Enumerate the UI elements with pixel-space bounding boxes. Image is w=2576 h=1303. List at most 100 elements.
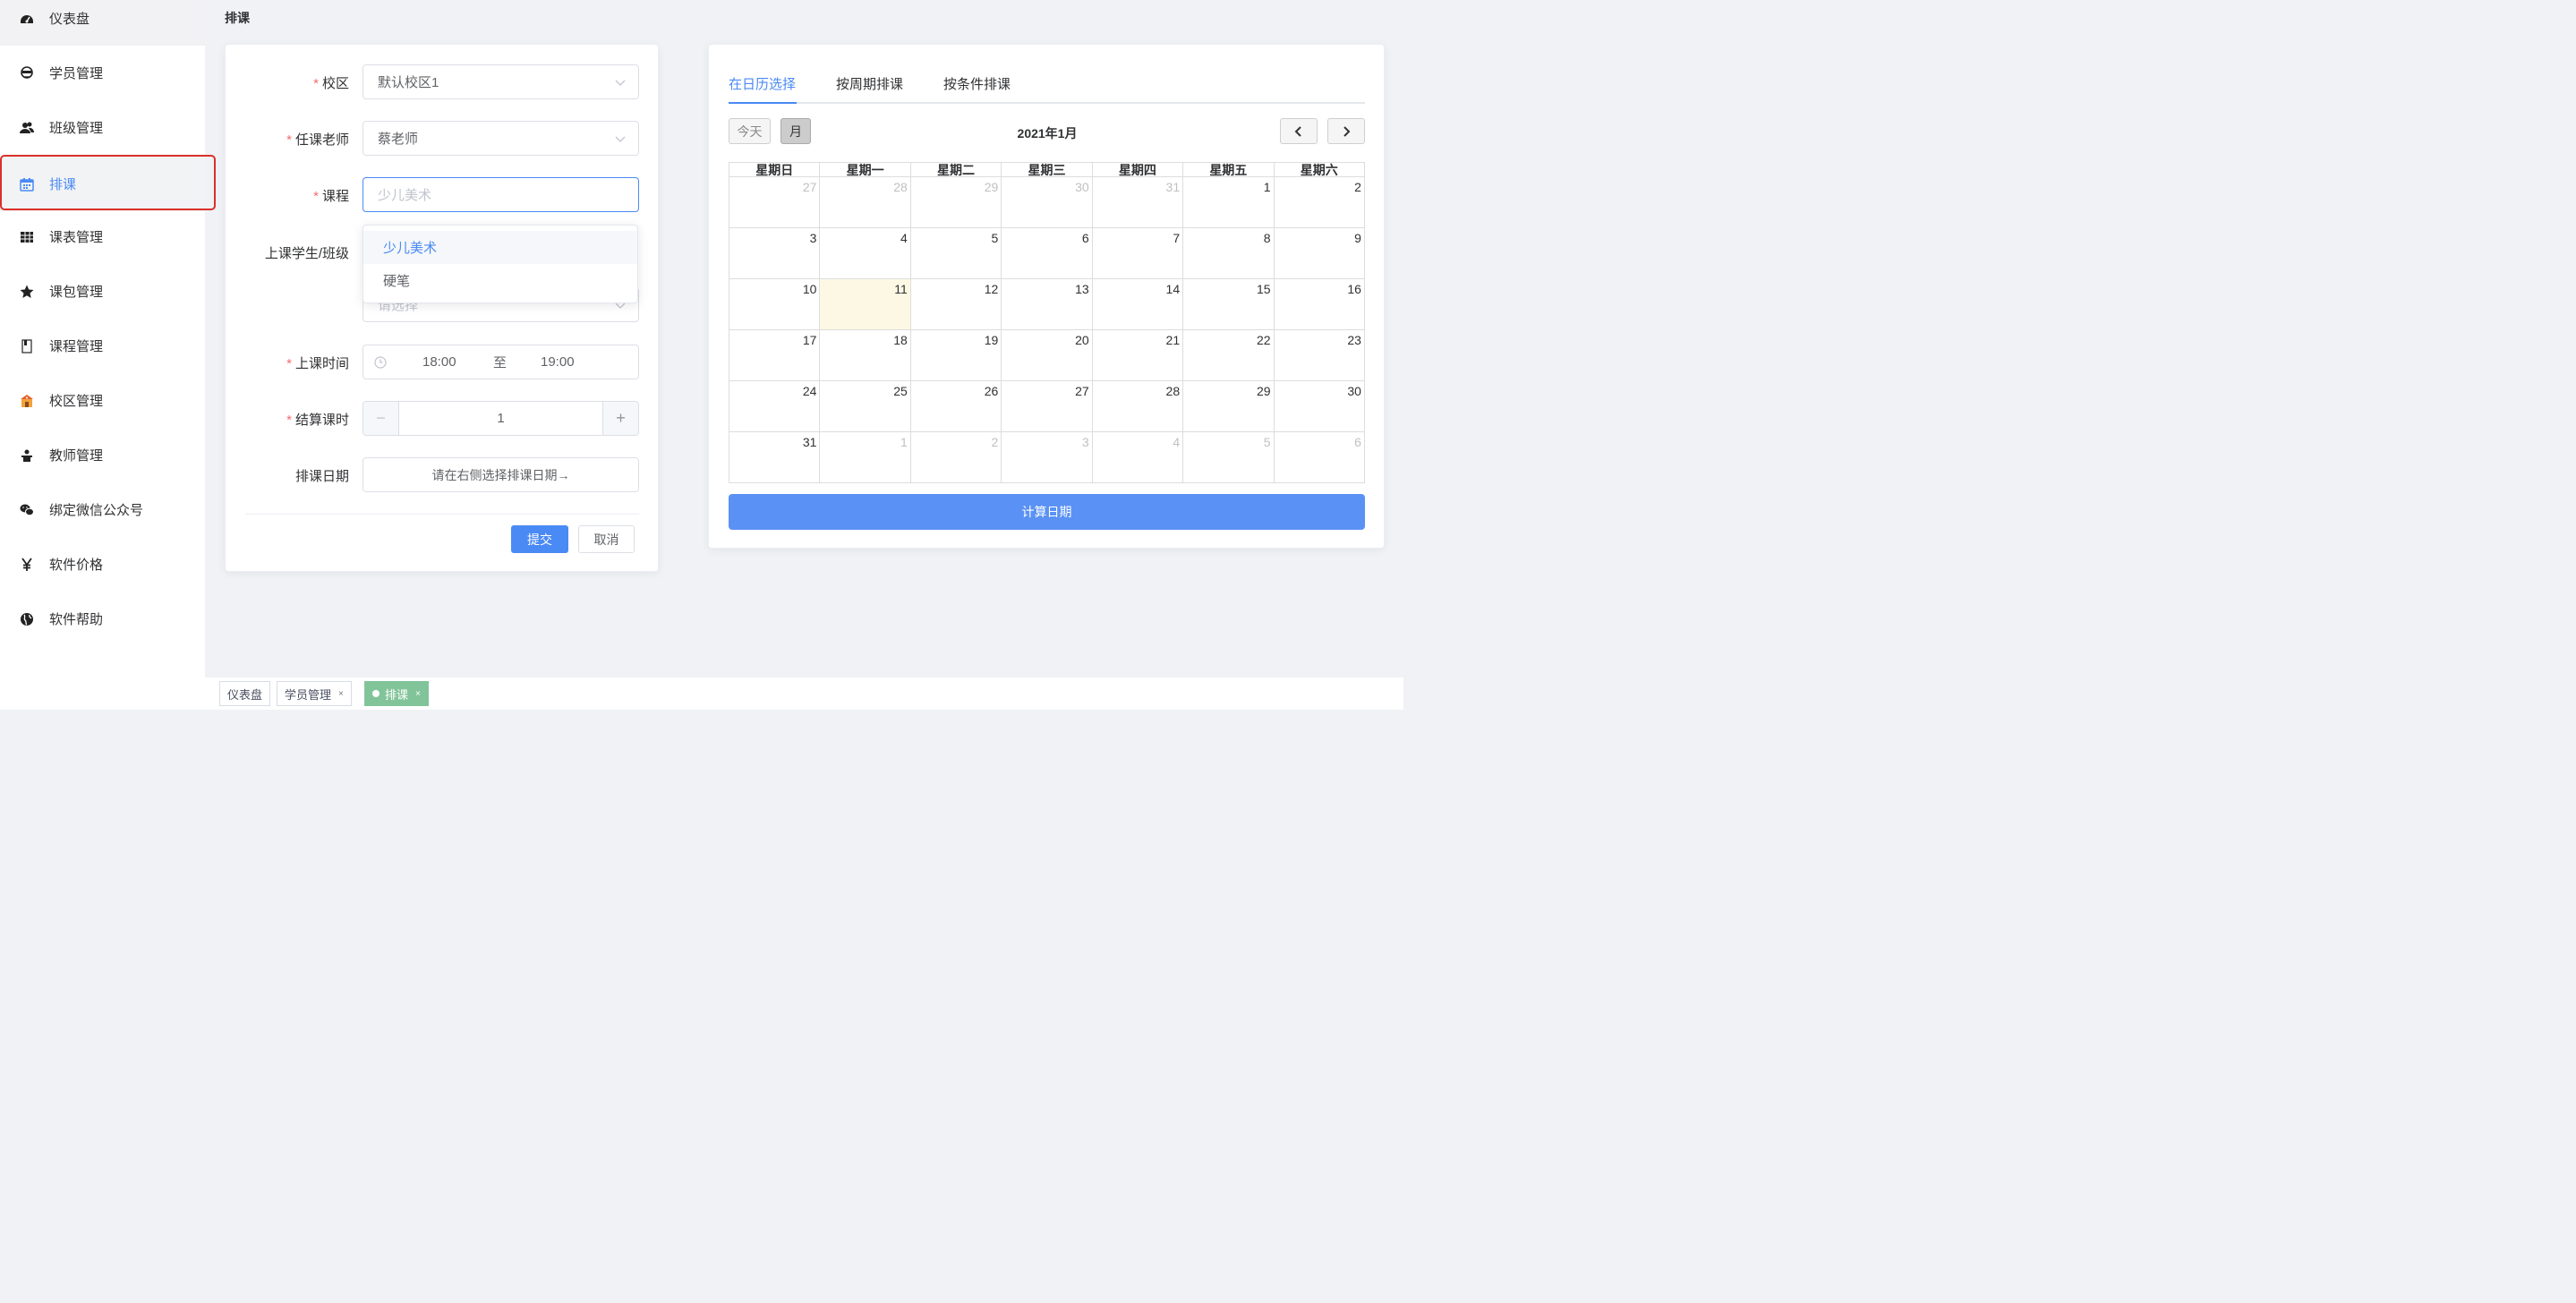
- hours-value[interactable]: 1: [399, 411, 602, 426]
- calendar-day[interactable]: 4: [820, 228, 911, 278]
- calendar-day[interactable]: 16: [1275, 279, 1365, 329]
- weekday-label: 星期三: [1001, 163, 1091, 177]
- calendar-week-row: 24 25 26 27 28 29 30: [729, 381, 1365, 432]
- tab-condition-schedule[interactable]: 按条件排课: [943, 74, 1011, 93]
- calendar-day[interactable]: 18: [820, 330, 911, 380]
- teacher-select[interactable]: 蔡老师: [363, 121, 639, 156]
- calendar-day[interactable]: 19: [911, 330, 1002, 380]
- close-icon[interactable]: ×: [415, 689, 421, 699]
- globe-icon: [20, 612, 34, 626]
- calendar-day[interactable]: 24: [729, 381, 821, 431]
- calendar-day[interactable]: 15: [1183, 279, 1275, 329]
- campus-select[interactable]: 默认校区1: [363, 64, 639, 99]
- calendar-day[interactable]: 25: [820, 381, 911, 431]
- dropdown-option[interactable]: 少儿美术: [363, 231, 637, 264]
- calendar-day-today[interactable]: 11: [820, 279, 911, 329]
- calendar-day[interactable]: 28: [820, 177, 911, 227]
- sidebar-item-wechat[interactable]: 绑定微信公众号: [0, 482, 205, 537]
- sidebar-item-campus[interactable]: 校区管理: [0, 373, 205, 428]
- start-time[interactable]: 18:00: [422, 354, 456, 370]
- sidebar-item-schedule[interactable]: 排课: [0, 155, 216, 211]
- calendar-day[interactable]: 10: [729, 279, 821, 329]
- dropdown-option[interactable]: 硬笔: [363, 264, 637, 297]
- sidebar-item-packages[interactable]: 课包管理: [0, 264, 205, 319]
- calendar-day[interactable]: 3: [729, 228, 821, 278]
- calendar-day[interactable]: 27: [729, 177, 821, 227]
- calendar-day[interactable]: 7: [1093, 228, 1184, 278]
- calendar-week-row: 3456789: [729, 228, 1365, 279]
- sidebar-item-classes[interactable]: 班级管理: [0, 100, 205, 155]
- cancel-button[interactable]: 取消: [578, 525, 635, 553]
- calendar-day[interactable]: 12: [911, 279, 1002, 329]
- calendar-week-row: 31 1 2 3 4 5 6: [729, 432, 1365, 483]
- time-range-picker[interactable]: 18:00 至 19:00: [363, 345, 639, 379]
- clock-icon: [374, 356, 387, 369]
- calendar-body: 27 28 29 30 31 1 2 3 4 5 6 7 8 9 10 11 12 13 14 15 16 17 18 19 2…: [729, 177, 1365, 483]
- sidebar-item-label: 软件价格: [49, 558, 104, 573]
- calendar-day[interactable]: 27: [1002, 381, 1093, 431]
- calendar-day[interactable]: 5: [1183, 432, 1275, 482]
- chevron-down-icon: [615, 80, 626, 86]
- calendar-day[interactable]: 1: [820, 432, 911, 482]
- campus-label: * 校区: [313, 76, 349, 91]
- sidebar-item-help[interactable]: 软件帮助: [0, 592, 205, 646]
- calendar-day[interactable]: 26: [911, 381, 1002, 431]
- calendar-day[interactable]: 29: [911, 177, 1002, 227]
- calendar-day[interactable]: 3: [1002, 432, 1093, 482]
- calendar-day[interactable]: 8: [1183, 228, 1275, 278]
- calendar-day[interactable]: 30: [1275, 381, 1365, 431]
- sidebar-item-label: 课程管理: [49, 339, 104, 354]
- calendar-day[interactable]: 2: [1275, 177, 1365, 227]
- calendar-day[interactable]: 29: [1183, 381, 1275, 431]
- sidebar-item-label: 校区管理: [49, 394, 104, 409]
- select-date-button[interactable]: 请在右侧选择排课日期→: [363, 457, 639, 492]
- calendar-day[interactable]: 17: [729, 330, 821, 380]
- calendar-day[interactable]: 9: [1275, 228, 1365, 278]
- calendar-day[interactable]: 1: [1183, 177, 1275, 227]
- calendar-day[interactable]: 14: [1093, 279, 1184, 329]
- calendar-day[interactable]: 28: [1093, 381, 1184, 431]
- calendar-day[interactable]: 5: [911, 228, 1002, 278]
- tag-students[interactable]: 学员管理 ×: [277, 681, 352, 706]
- next-month-button[interactable]: [1327, 118, 1365, 144]
- sidebar-item-courses[interactable]: 课程管理: [0, 319, 205, 373]
- sidebar-item-dashboard[interactable]: 仪表盘: [0, 0, 205, 46]
- tag-schedule[interactable]: 排课 ×: [364, 681, 429, 706]
- tag-dashboard[interactable]: 仪表盘: [219, 681, 271, 706]
- calendar-day[interactable]: 31: [1093, 177, 1184, 227]
- submit-button[interactable]: 提交: [511, 525, 568, 553]
- calendar-day[interactable]: 4: [1093, 432, 1184, 482]
- wechat-icon: [20, 503, 34, 517]
- calendar-day[interactable]: 23: [1275, 330, 1365, 380]
- sidebar-item-students[interactable]: 学员管理: [0, 46, 205, 100]
- calendar-day[interactable]: 6: [1275, 432, 1365, 482]
- calendar-day[interactable]: 31: [729, 432, 821, 482]
- students-label: 上课学生/班级: [264, 246, 349, 261]
- prev-month-button[interactable]: [1280, 118, 1318, 144]
- class-icon: [20, 121, 34, 135]
- calendar-day[interactable]: 30: [1002, 177, 1093, 227]
- teacher-label: * 任课老师: [286, 132, 349, 148]
- sidebar: 仪表盘 学员管理 班级管理 排课 课表管理 课包管理 课程管理 校区管理 教师管…: [0, 0, 216, 710]
- course-select[interactable]: 少儿美术: [363, 177, 639, 212]
- calendar-tabs: 在日历选择 按周期排课 按条件排课: [729, 74, 1365, 104]
- decrement-button[interactable]: −: [363, 402, 399, 435]
- sidebar-item-teachers[interactable]: 教师管理: [0, 428, 205, 482]
- calendar-day[interactable]: 6: [1002, 228, 1093, 278]
- increment-button[interactable]: +: [602, 402, 638, 435]
- close-icon[interactable]: ×: [338, 689, 344, 699]
- calendar-day[interactable]: 13: [1002, 279, 1093, 329]
- tag-label: 仪表盘: [227, 687, 263, 702]
- calendar-day[interactable]: 2: [911, 432, 1002, 482]
- table-icon: [20, 230, 34, 244]
- calendar-week-row: 17 18 19 20 21 22 23: [729, 330, 1365, 381]
- calendar-day[interactable]: 22: [1183, 330, 1275, 380]
- calendar-day[interactable]: 20: [1002, 330, 1093, 380]
- tab-weekly-schedule[interactable]: 按周期排课: [836, 74, 903, 93]
- calendar-day[interactable]: 21: [1093, 330, 1184, 380]
- sidebar-item-timetable[interactable]: 课表管理: [0, 209, 205, 264]
- sidebar-item-pricing[interactable]: 软件价格: [0, 537, 205, 592]
- tab-calendar-select[interactable]: 在日历选择: [729, 74, 796, 93]
- calculate-dates-button[interactable]: 计算日期: [729, 494, 1365, 530]
- end-time[interactable]: 19:00: [541, 354, 575, 370]
